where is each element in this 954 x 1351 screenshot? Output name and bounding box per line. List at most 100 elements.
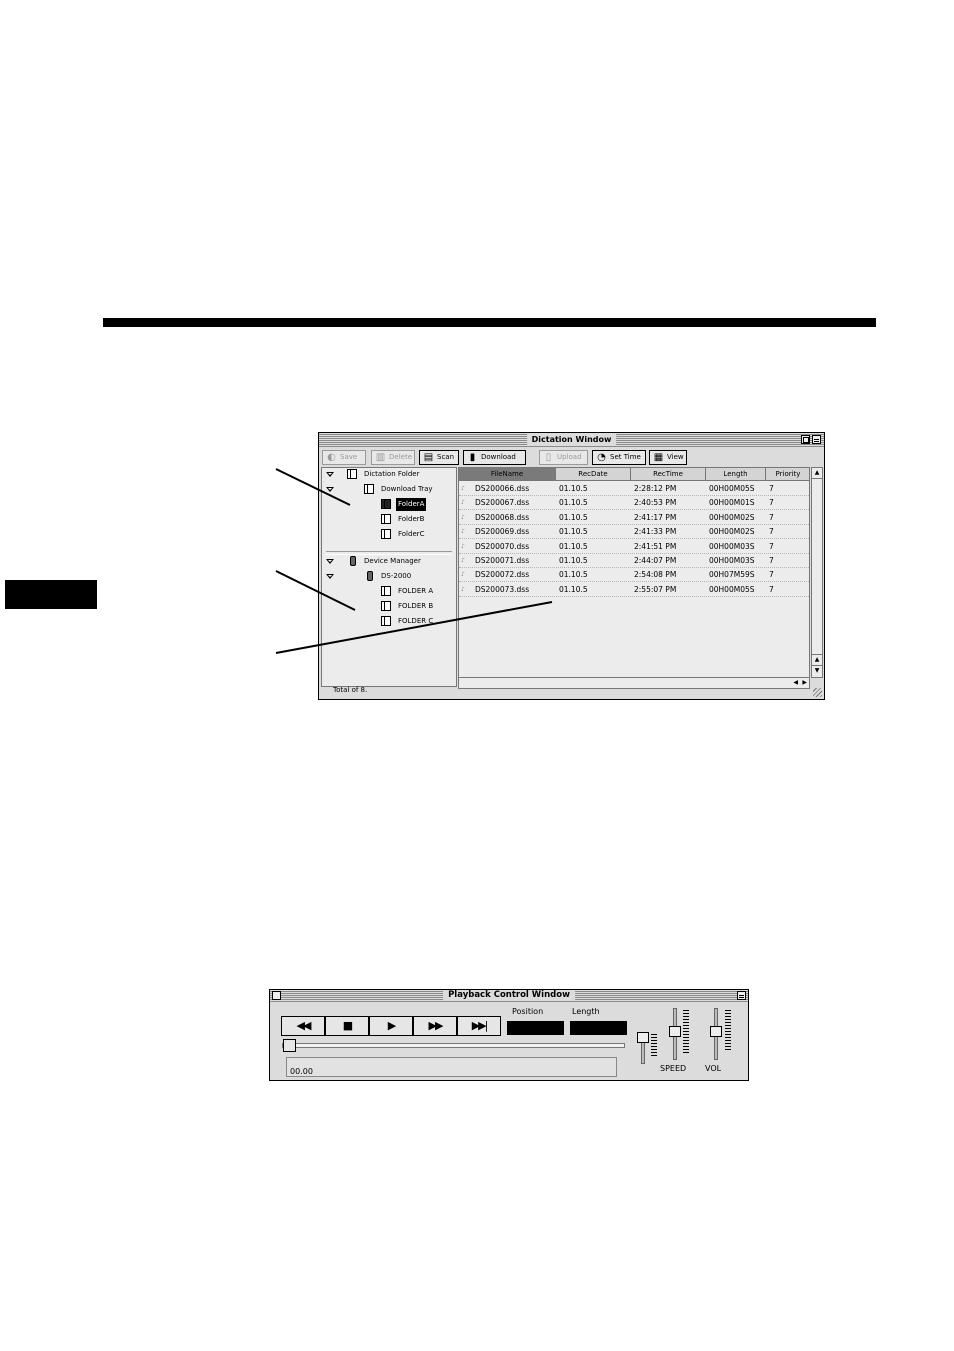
resize-grip-icon[interactable]	[813, 688, 822, 697]
cell-length: 00H07M59S	[709, 570, 755, 580]
table-row[interactable]: ♪ DS200069.dss 01.10.5 2:41:33 PM 00H00M02S 7	[459, 525, 809, 540]
disclosure-triangle-icon[interactable]	[326, 472, 334, 477]
balance-slider-thumb[interactable]	[637, 1032, 649, 1043]
tree-item-download-tray[interactable]: Download Tray	[324, 483, 454, 496]
table-row[interactable]: ♪ DS200073.dss 01.10.5 2:55:07 PM 00H00M05S 7	[459, 583, 809, 597]
volume-slider-thumb[interactable]	[710, 1026, 722, 1037]
column-header-filename[interactable]: FileName	[459, 468, 556, 481]
tree-item-folder-c[interactable]: FolderC	[324, 528, 454, 541]
length-label: Length	[572, 1007, 600, 1016]
column-header-priority[interactable]: Priority	[766, 468, 809, 481]
upload-button[interactable]: ▯ Upload	[539, 450, 588, 465]
table-row[interactable]: ♪ DS200066.dss 01.10.5 2:28:12 PM 00H00M05S 7	[459, 482, 809, 496]
position-slider[interactable]	[282, 1043, 625, 1048]
rewind-button[interactable]: ◀◀	[281, 1016, 325, 1036]
table-row[interactable]: ♪ DS200067.dss 01.10.5 2:40:53 PM 00H00M01S 7	[459, 496, 809, 511]
stop-button[interactable]: ■	[325, 1016, 369, 1036]
cell-time: 2:41:17 PM	[634, 512, 677, 522]
vertical-scrollbar[interactable]: ▲ ▲ ▼	[811, 467, 823, 678]
cell-length: 00H00M03S	[709, 556, 755, 565]
view-button[interactable]: ▦ View	[649, 450, 687, 465]
folder-icon	[381, 514, 391, 524]
cell-length: 00H00M02S	[709, 512, 755, 522]
time-readout: 00.00	[286, 1057, 617, 1077]
upload-icon: ▯	[545, 452, 552, 463]
scroll-down-arrow-icon[interactable]: ▼	[812, 665, 822, 676]
collapse-box-icon[interactable]	[737, 991, 746, 1000]
tree-item-ds-2000[interactable]: DS-2000	[324, 570, 454, 583]
delete-button[interactable]: ▥ Delete	[371, 450, 415, 465]
zoom-box-icon[interactable]	[801, 435, 810, 444]
tree-item-device-folder-c[interactable]: FOLDER C	[324, 615, 454, 628]
tree-item-folder-a[interactable]: FolderA	[324, 498, 454, 511]
sound-file-icon: ♪	[461, 499, 465, 507]
cell-date: 01.10.5	[559, 498, 588, 508]
scroll-left-arrow-icon[interactable]: ◀	[793, 678, 798, 688]
cell-priority: 7	[769, 584, 774, 594]
disclosure-triangle-icon[interactable]	[326, 487, 334, 492]
scan-button[interactable]: ▤ Scan	[419, 450, 459, 465]
playback-window-title: Playback Control Window	[443, 990, 575, 1001]
sound-file-icon: ♪	[461, 585, 465, 593]
dictation-titlebar[interactable]: Dictation Window	[319, 433, 824, 447]
tree-item-device-manager[interactable]: Device Manager	[324, 555, 454, 568]
tree-item-device-folder-a[interactable]: FOLDER A	[324, 585, 454, 598]
folder-tree-pane: Dictation Folder Download Tray FolderA F…	[321, 467, 457, 687]
cell-date: 01.10.5	[559, 484, 588, 493]
scroll-right-arrow-icon[interactable]: ▶	[802, 678, 807, 688]
cell-time: 2:41:51 PM	[634, 541, 677, 551]
tree-item-device-folder-b[interactable]: FOLDER B	[324, 600, 454, 613]
download-icon: ▮	[469, 452, 476, 463]
sound-file-icon: ♪	[461, 542, 465, 550]
position-label: Position	[512, 1007, 544, 1016]
folder-icon	[381, 529, 391, 539]
scroll-up-arrow-icon[interactable]: ▲	[812, 654, 822, 665]
column-header-length[interactable]: Length	[706, 468, 766, 481]
column-header-recdate[interactable]: RecDate	[556, 468, 631, 481]
status-text: Total of 8.	[333, 686, 368, 694]
skip-to-end-button[interactable]: ▶▶|	[457, 1016, 501, 1036]
section-tab-marker	[5, 580, 97, 609]
tick-marks	[725, 1010, 731, 1050]
scroll-up-arrow-icon[interactable]: ▲	[812, 468, 822, 479]
close-box-icon[interactable]	[272, 991, 281, 1000]
disclosure-triangle-icon[interactable]	[326, 574, 334, 579]
download-button[interactable]: ▮ Download	[463, 450, 526, 465]
save-button[interactable]: ◐ Save	[322, 450, 366, 465]
sound-file-icon: ♪	[461, 485, 465, 492]
horizontal-scrollbar[interactable]: ◀ ▶	[458, 677, 810, 689]
position-slider-thumb[interactable]	[283, 1039, 296, 1052]
cell-date: 01.10.5	[559, 556, 588, 565]
tree-item-dictation-folder[interactable]: Dictation Folder	[324, 468, 454, 481]
disclosure-triangle-icon[interactable]	[326, 559, 334, 564]
cell-length: 00H00M05S	[709, 484, 755, 493]
speed-slider-thumb[interactable]	[669, 1026, 681, 1037]
playback-titlebar[interactable]: Playback Control Window	[270, 990, 748, 1002]
play-button[interactable]: ▶	[369, 1016, 413, 1036]
table-row[interactable]: ♪ DS200072.dss 01.10.5 2:54:08 PM 00H07M59S 7	[459, 568, 809, 583]
playback-control-window: Playback Control Window ◀◀ ■ ▶ ▶▶ ▶▶| Po…	[269, 989, 749, 1081]
cell-date: 01.10.5	[559, 570, 588, 580]
sound-file-icon: ♪	[461, 513, 465, 521]
cell-time: 2:41:33 PM	[634, 527, 677, 537]
cell-time: 2:40:53 PM	[634, 498, 677, 508]
position-display	[507, 1021, 564, 1035]
cell-priority: 7	[769, 527, 774, 537]
table-row[interactable]: ♪ DS200068.dss 01.10.5 2:41:17 PM 00H00M02S 7	[459, 511, 809, 525]
length-display	[570, 1021, 627, 1035]
cell-file: DS200072.dss	[475, 570, 530, 580]
column-header-rectime[interactable]: RecTime	[631, 468, 706, 481]
cell-time: 2:54:08 PM	[634, 570, 677, 580]
table-row[interactable]: ♪ DS200071.dss 01.10.5 2:44:07 PM 00H00M03S 7	[459, 554, 809, 568]
collapse-box-icon[interactable]	[812, 435, 821, 444]
toolbar: ◐ Save ▥ Delete ▤ Scan ▮ Download ▯ Uplo…	[321, 449, 822, 466]
speed-label: SPEED	[660, 1064, 687, 1073]
clock-icon: ◔	[597, 452, 606, 463]
tree-item-folder-b[interactable]: FolderB	[324, 513, 454, 526]
table-row[interactable]: ♪ DS200070.dss 01.10.5 2:41:51 PM 00H00M03S 7	[459, 540, 809, 554]
cell-length: 00H00M05S	[709, 584, 755, 594]
set-time-button[interactable]: ◔ Set Time	[592, 450, 646, 465]
fast-forward-button[interactable]: ▶▶	[413, 1016, 457, 1036]
view-icon: ▦	[653, 452, 664, 463]
cell-priority: 7	[769, 541, 774, 551]
